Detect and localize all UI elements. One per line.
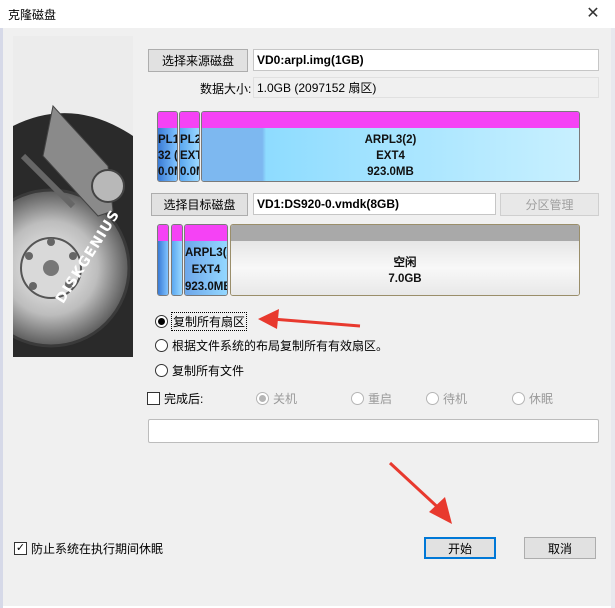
source-partition-2-line2: EXT: [180, 150, 199, 162]
label-copy-all-files: 复制所有文件: [172, 364, 245, 378]
prevent-sleep-row[interactable]: ✓ 防止系统在执行期间休眠: [14, 540, 163, 557]
source-partition-2-line1: PL2: [180, 134, 199, 146]
data-size-field: 1.0GB (2097152 扇区): [253, 77, 599, 98]
label-copy-by-layout: 根据文件系统的布局复制所有有效扇区。: [172, 339, 389, 353]
radio-restart: [351, 392, 364, 405]
start-button[interactable]: 开始: [424, 537, 496, 559]
target-free-size: 7.0GB: [388, 273, 422, 285]
select-target-disk-button[interactable]: 选择目标磁盘: [151, 193, 248, 216]
label-standby: 待机: [443, 392, 468, 406]
select-source-disk-button[interactable]: 选择来源磁盘: [148, 49, 248, 72]
source-partition-3-line3: 923.0MB: [367, 166, 414, 178]
source-partition-1-line2: 32 (: [158, 150, 177, 162]
source-partition-3[interactable]: ARPL3(2) EXT4 923.0MB: [201, 111, 580, 182]
completion-label: 完成后:: [164, 392, 204, 406]
source-partition-1[interactable]: PL1 32 ( 0.0M: [157, 111, 178, 182]
completion-checkbox-row[interactable]: 完成后:: [147, 390, 203, 407]
source-partition-1-line3: 0.0M: [158, 166, 177, 178]
source-partition-1-line1: PL1: [158, 134, 177, 146]
source-partition-3-line2: EXT4: [376, 150, 405, 162]
source-partition-2-line3: 0.0M: [180, 166, 199, 178]
target-partition-1[interactable]: [157, 224, 169, 296]
right-edge-strip: [611, 28, 615, 608]
data-size-label: 数据大小:: [200, 82, 252, 96]
radio-copy-all-files[interactable]: [155, 364, 168, 377]
target-partition-3-line2: EXT4: [191, 264, 221, 276]
progress-bar: [148, 419, 599, 443]
completion-shutdown: 关机: [256, 390, 297, 407]
prevent-sleep-label: 防止系统在执行期间休眠: [31, 542, 164, 556]
source-disk-field: VD0:arpl.img(1GB): [253, 49, 599, 71]
cancel-button[interactable]: 取消: [524, 537, 596, 559]
radio-copy-all-sectors[interactable]: [155, 315, 168, 328]
dialog-titlebar: 克隆磁盘 ✕: [0, 0, 615, 28]
radio-shutdown: [256, 392, 269, 405]
option-copy-by-layout[interactable]: 根据文件系统的布局复制所有有效扇区。: [155, 337, 388, 354]
label-hibernate: 休眠: [529, 392, 554, 406]
radio-copy-by-layout[interactable]: [155, 339, 168, 352]
label-copy-all-sectors: 复制所有扇区: [170, 312, 248, 331]
left-edge-strip: [0, 28, 3, 608]
target-partition-3-line1: ARPL3(2: [185, 247, 227, 259]
target-partition-2[interactable]: [171, 224, 183, 296]
radio-standby: [426, 392, 439, 405]
partition-manage-button: 分区管理: [500, 193, 599, 216]
completion-checkbox[interactable]: [147, 392, 160, 405]
target-partition-3-line3: 923.0MB: [185, 281, 227, 293]
close-icon[interactable]: ✕: [575, 0, 611, 26]
option-copy-all-sectors[interactable]: 复制所有扇区: [155, 312, 248, 331]
target-partition-3[interactable]: ARPL3(2 EXT4 923.0MB: [184, 224, 228, 296]
completion-hibernate: 休眠: [512, 390, 553, 407]
completion-restart: 重启: [351, 390, 392, 407]
label-shutdown: 关机: [273, 392, 298, 406]
completion-standby: 待机: [426, 390, 467, 407]
prevent-sleep-checkbox[interactable]: ✓: [14, 542, 27, 555]
target-disk-field: VD1:DS920-0.vmdk(8GB): [253, 193, 496, 215]
source-partition-2[interactable]: PL2 EXT 0.0M: [179, 111, 200, 182]
label-restart: 重启: [368, 392, 393, 406]
option-copy-all-files[interactable]: 复制所有文件: [155, 362, 244, 379]
target-free-label: 空闲: [393, 257, 417, 269]
radio-hibernate: [512, 392, 525, 405]
target-free-space[interactable]: 空闲 7.0GB: [230, 224, 580, 296]
disk-illustration: DISKGENIUS: [13, 36, 133, 357]
source-partition-3-line1: ARPL3(2): [364, 134, 417, 146]
dialog-title: 克隆磁盘: [8, 8, 57, 22]
